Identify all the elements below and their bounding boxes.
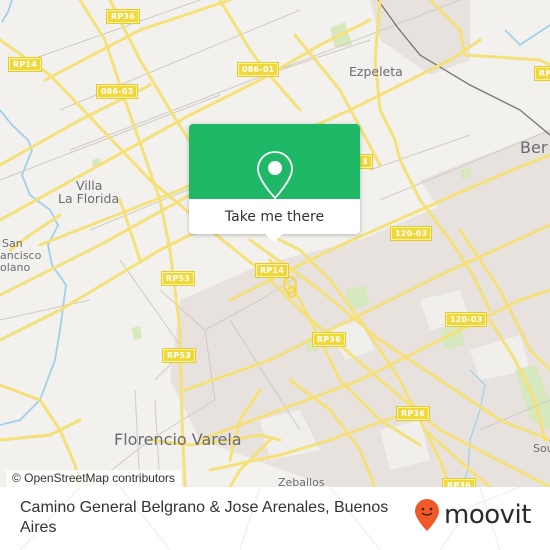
road-label-rp14: RP14 xyxy=(255,263,289,278)
road-label-rp36: RP36 xyxy=(442,478,476,487)
place-sourigues: Sou xyxy=(533,442,550,455)
road-label-rp36: RP36 xyxy=(396,406,430,421)
road-label-086-01: 086-01 xyxy=(236,62,280,77)
place-san-francisco-solano: olano xyxy=(0,261,31,274)
moovit-wordmark: moovit xyxy=(444,500,531,530)
place-florencio-varela: Florencio Varela xyxy=(114,430,242,449)
road-label-rp36: RP36 xyxy=(106,9,140,24)
place-villa-la-florida: La Florida xyxy=(58,191,120,206)
take-me-there-button[interactable]: Take me there xyxy=(189,199,360,234)
place-ezpeleta: Ezpeleta xyxy=(349,64,403,79)
moovit-logo[interactable]: moovit xyxy=(414,498,531,532)
road-label-rp14: RP14 xyxy=(8,57,42,72)
road-label-120-03: 120-03 xyxy=(389,226,433,241)
osm-attribution[interactable]: © OpenStreetMap contributors xyxy=(6,470,181,487)
place-berazategui: Ber xyxy=(520,138,548,157)
road-label-rp53: RP53 xyxy=(162,348,196,363)
road-label-3: 3 xyxy=(357,154,373,169)
road-label-rp-right: RP xyxy=(533,66,550,81)
place-zeballos: Zeballos xyxy=(278,476,325,487)
road-label-rp53: RP53 xyxy=(161,271,195,286)
popup-header xyxy=(189,124,360,200)
moovit-pin-icon xyxy=(415,499,439,531)
road-label-086-03: 086-03 xyxy=(95,84,139,99)
road-label-120-03: 120-03 xyxy=(444,312,488,327)
location-pin-icon xyxy=(257,151,293,200)
location-popup: Take me there xyxy=(189,124,360,242)
address-text: Camino General Belgrano & Jose Arenales,… xyxy=(20,499,389,536)
footer-bar: Camino General Belgrano & Jose Arenales,… xyxy=(0,487,550,550)
place-san-francisco-solano: San xyxy=(2,237,23,250)
road-label-rp36: RP36 xyxy=(312,332,346,347)
place-san-francisco-solano: ancisco xyxy=(0,249,42,262)
popup-pointer xyxy=(265,234,283,242)
map-view[interactable]: RP36 RP14 086-01 086-03 RP 3 120-03 120-… xyxy=(0,0,550,487)
